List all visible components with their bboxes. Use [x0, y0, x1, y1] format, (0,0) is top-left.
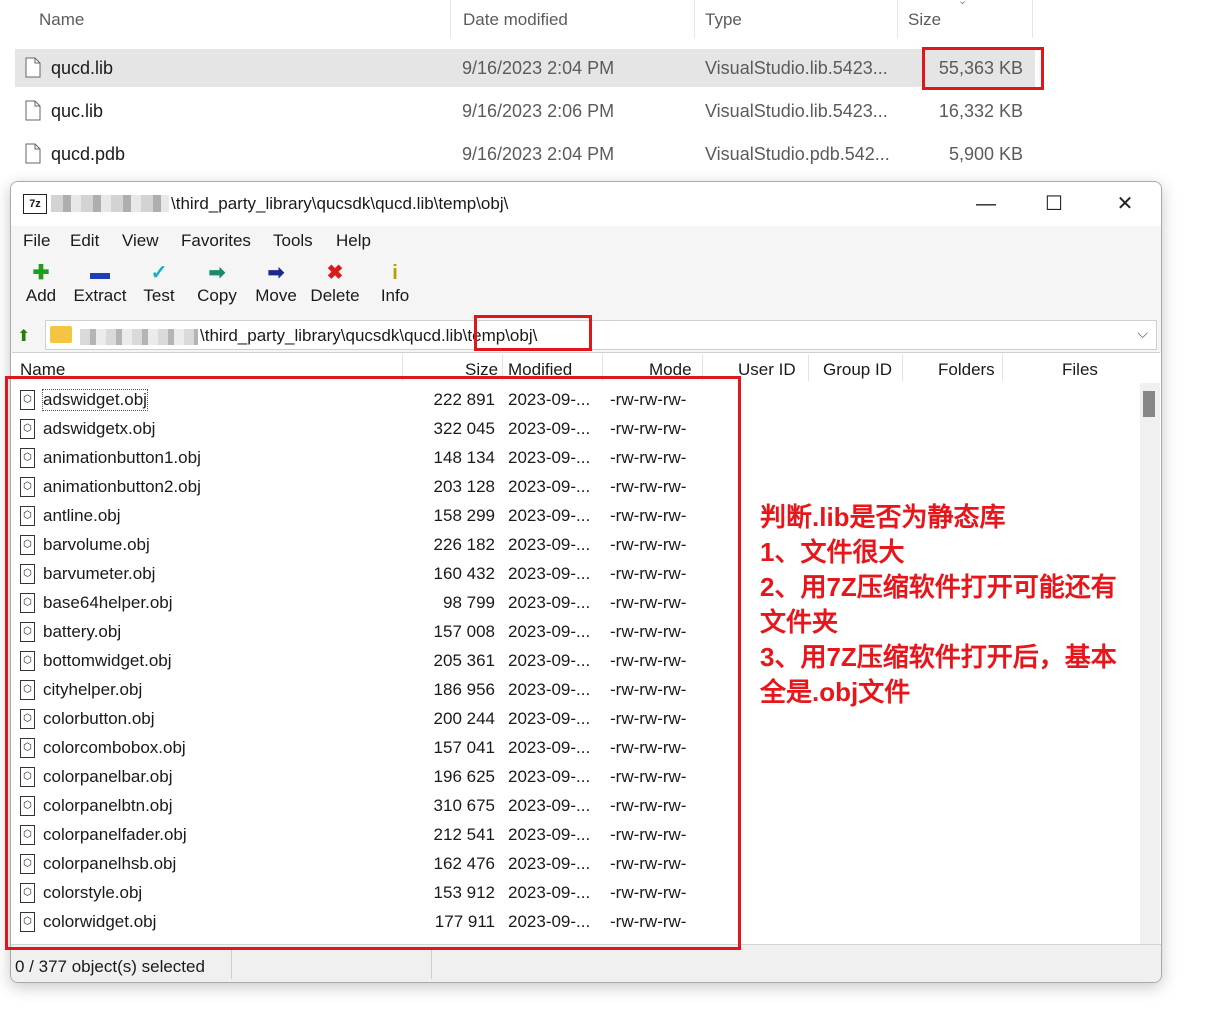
toolbar-label: Test — [143, 286, 175, 305]
folder-icon — [50, 326, 72, 343]
plus-icon: ✚ — [32, 262, 50, 284]
explorer-header-date[interactable]: Date modified — [463, 10, 568, 30]
explorer-file-date: 9/16/2023 2:04 PM — [462, 144, 615, 164]
toolbar-label: Move — [255, 286, 297, 305]
highlight-size-box — [922, 47, 1044, 90]
menu-favorites[interactable]: Favorites — [181, 231, 251, 251]
toolbar-label: Add — [25, 286, 57, 305]
explorer-file-row[interactable]: quc.lib 9/16/2023 2:06 PM VisualStudio.lib… — [15, 92, 1035, 130]
address-input[interactable]: \third_party_library\qucsdk\qucd.lib\tem… — [45, 320, 1157, 350]
annotation-note: 判断.lib是否为静态库 1、文件很大 2、用7Z压缩软件打开可能还有 文件夹 3、用7… — [760, 500, 1160, 710]
folder-up-icon[interactable]: ⬆ — [17, 326, 30, 346]
toolbar-label: Delete — [310, 286, 360, 305]
move-arrow-icon: ➡ — [267, 262, 285, 284]
menu-view[interactable]: View — [122, 231, 159, 251]
toolbar-add-button[interactable]: ✚ Add — [21, 260, 61, 316]
file-icon — [25, 100, 41, 121]
menu-tools[interactable]: Tools — [273, 231, 313, 251]
menu-edit[interactable]: Edit — [70, 231, 99, 251]
annotation-line: 文件夹 — [760, 607, 839, 637]
toolbar: ✚ Add ▬ Extract ✓ Test ➡ Copy ➡ Move ✖ Delete i Info — [11, 256, 1161, 318]
minus-icon: ▬ — [90, 262, 110, 284]
toolbar-copy-button[interactable]: ➡ Copy — [193, 260, 241, 316]
annotation-line: 3、用7Z压缩软件打开后，基本 — [760, 642, 1117, 672]
status-selection-count: 0 / 377 object(s) selected — [15, 957, 205, 976]
delete-x-icon: ✖ — [326, 262, 344, 284]
annotation-line: 1、文件很大 — [760, 537, 905, 567]
toolbar-extract-button[interactable]: ▬ Extract — [71, 260, 129, 316]
info-icon: i — [392, 262, 398, 284]
7zip-app-icon: 7z — [23, 194, 47, 214]
file-icon — [25, 57, 41, 78]
annotation-line: 2、用7Z压缩软件打开可能还有 — [760, 572, 1117, 602]
explorer-file-name: qucd.lib — [51, 58, 114, 78]
highlight-path-box — [474, 315, 592, 351]
toolbar-label: Info — [380, 286, 410, 305]
col-folders[interactable]: Folders — [938, 360, 995, 380]
menu-help[interactable]: Help — [336, 231, 371, 251]
explorer-header-size[interactable]: Size — [908, 10, 941, 30]
blurred-path-segment — [80, 329, 198, 345]
toolbar-info-button[interactable]: i Info — [375, 260, 415, 316]
explorer-column-header: Name Date modified Type Size ⌄ — [0, 0, 1040, 40]
explorer-file-date: 9/16/2023 2:06 PM — [462, 101, 615, 121]
minimize-button[interactable]: — — [951, 182, 1021, 226]
toolbar-label: Extract — [73, 286, 127, 305]
annotation-line: 判断.lib是否为静态库 — [760, 502, 1006, 532]
explorer-file-type: VisualStudio.pdb.542... — [705, 144, 890, 164]
chevron-down-icon[interactable]: ⌵ — [1137, 325, 1148, 342]
window-title: \third_party_library\qucsdk\qucd.lib\tem… — [171, 194, 509, 213]
explorer-file-size: 5,900 KB — [948, 144, 1023, 164]
close-button[interactable]: ✕ — [1090, 182, 1160, 226]
col-files[interactable]: Files — [1062, 360, 1098, 380]
col-user-id[interactable]: User ID — [738, 360, 796, 380]
menu-file[interactable]: File — [23, 231, 50, 251]
explorer-file-type: VisualStudio.lib.5423... — [705, 58, 888, 78]
explorer-file-row[interactable]: qucd.lib 9/16/2023 2:04 PM VisualStudio.li… — [15, 49, 1035, 87]
blurred-path-segment — [51, 195, 169, 212]
toolbar-move-button[interactable]: ➡ Move — [251, 260, 301, 316]
checkmark-icon: ✓ — [150, 262, 168, 284]
toolbar-label: Copy — [197, 286, 237, 305]
explorer-file-date: 9/16/2023 2:04 PM — [462, 58, 615, 78]
explorer-file-row[interactable]: qucd.pdb 9/16/2023 2:04 PM VisualStudio.pd… — [15, 135, 1035, 173]
sort-chevron-icon: ⌄ — [958, 0, 968, 7]
copy-arrow-icon: ➡ — [208, 262, 226, 284]
file-icon — [25, 143, 41, 164]
annotation-line: 全是.obj文件 — [760, 677, 911, 707]
explorer-file-type: VisualStudio.lib.5423... — [705, 101, 888, 121]
scrollbar-thumb[interactable] — [1143, 391, 1155, 417]
col-group-id[interactable]: Group ID — [823, 360, 892, 380]
highlight-obj-list-box — [5, 376, 741, 950]
explorer-header-type[interactable]: Type — [705, 10, 742, 30]
explorer-header-name[interactable]: Name — [39, 10, 84, 30]
toolbar-delete-button[interactable]: ✖ Delete — [307, 260, 363, 316]
title-bar[interactable]: 7z \third_party_library\qucsdk\qucd.lib\… — [11, 182, 1161, 226]
maximize-button[interactable]: ☐ — [1019, 182, 1089, 226]
explorer-file-name: quc.lib — [51, 101, 104, 121]
explorer-file-size: 16,332 KB — [938, 101, 1023, 121]
menu-bar: File Edit View Favorites Tools Help — [11, 226, 1161, 256]
explorer-file-name: qucd.pdb — [51, 144, 126, 164]
toolbar-test-button[interactable]: ✓ Test — [139, 260, 179, 316]
